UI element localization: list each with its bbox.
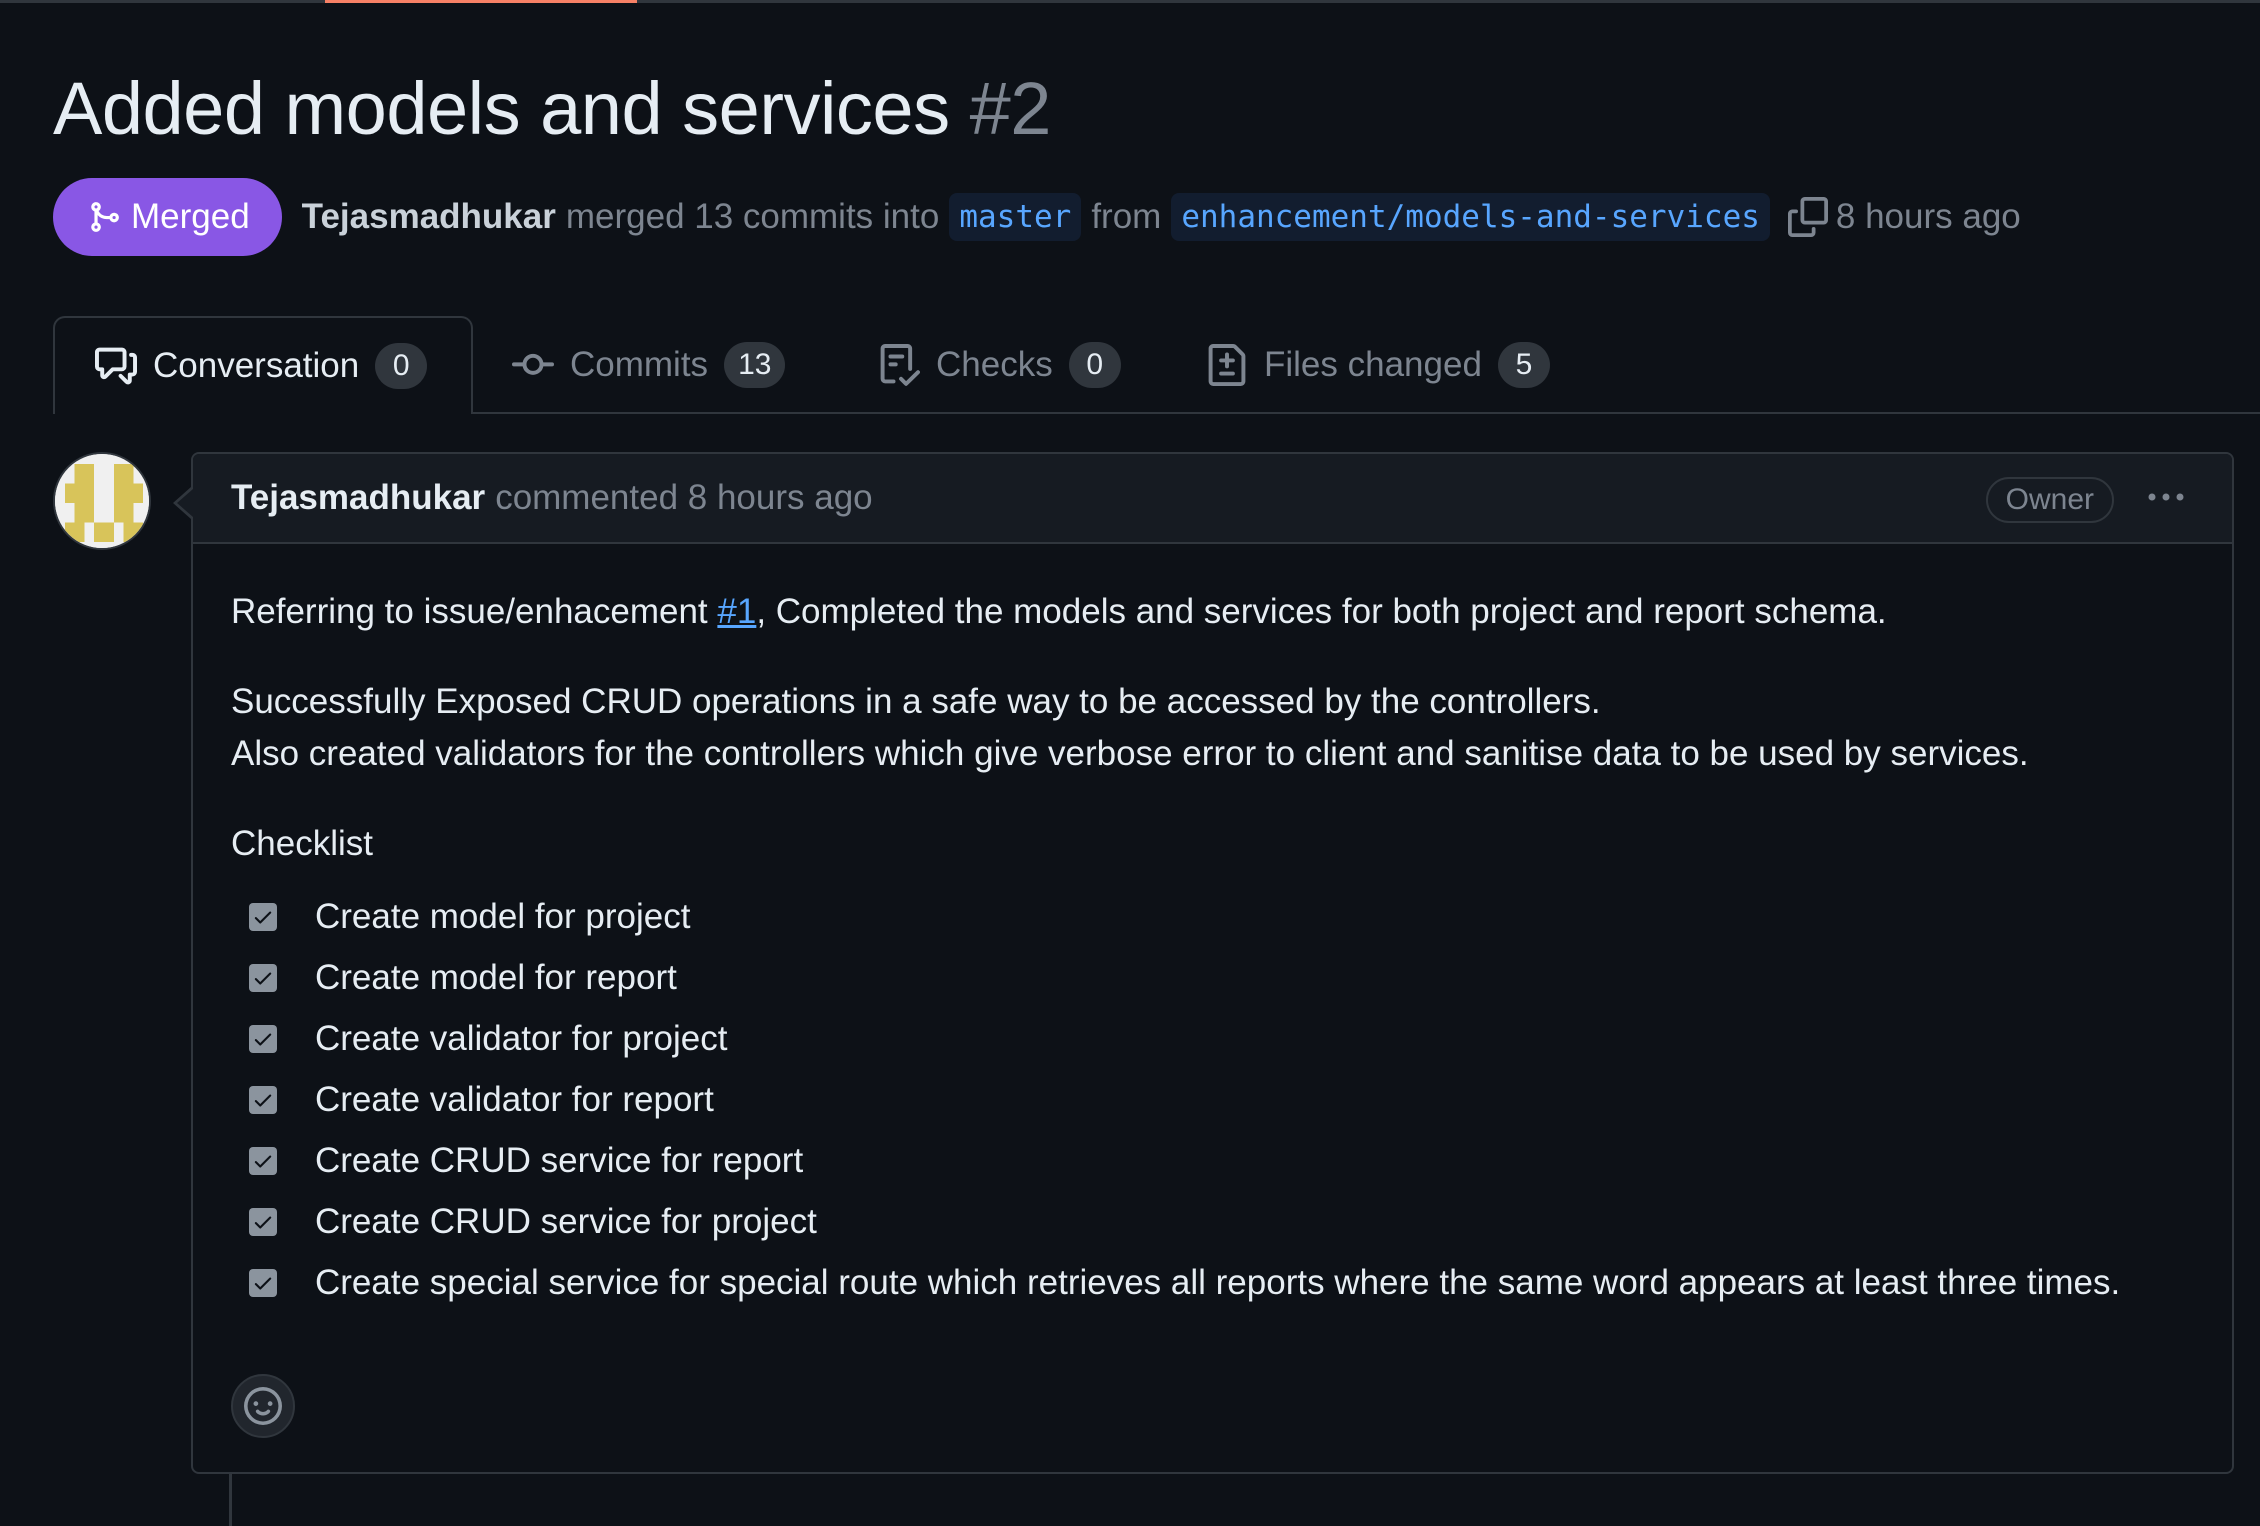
avatar[interactable] <box>53 452 151 550</box>
kebab-menu-icon[interactable] <box>2144 482 2188 512</box>
timeline-connector <box>229 1474 232 1526</box>
task-label: Create model for project <box>315 896 691 936</box>
merge-time: 8 hours ago <box>1835 197 2021 236</box>
check-icon <box>254 1216 272 1229</box>
comment-author-link[interactable]: Tejasmadhukar <box>231 478 485 518</box>
task-list-item: Create validator for report <box>231 1069 2194 1130</box>
task-label: Create model for report <box>315 957 677 997</box>
task-list-item: Create CRUD service for project <box>231 1191 2194 1252</box>
merge-author-link[interactable]: Tejasmadhukar <box>302 197 556 237</box>
task-checkbox[interactable] <box>249 963 277 992</box>
task-list-item: Create CRUD service for report <box>231 1130 2194 1191</box>
pr-meta: Merged Tejasmadhukar merged 13 commits i… <box>53 178 2021 256</box>
copy-icon[interactable] <box>1787 197 1828 237</box>
pr-number: #2 <box>969 67 1052 150</box>
check-icon <box>254 911 272 924</box>
git-commit-icon <box>512 353 554 375</box>
tab-files-changed-counter: 5 <box>1497 342 1550 388</box>
para1-text: Referring to issue/enhacement <box>231 592 718 631</box>
from-text: from <box>1091 197 1162 236</box>
task-list-item: Create special service for special route… <box>231 1252 2194 1313</box>
comment-header: Tejasmadhukar commented 8 hours ago Owne… <box>193 454 2232 544</box>
active-nav-underline <box>325 0 637 3</box>
tab-commits-counter: 13 <box>724 342 786 388</box>
para2-line1: Successfully Exposed CRUD operations in … <box>231 682 1601 721</box>
tab-commits-label: Commits <box>570 345 709 384</box>
para1-after-text: , Completed the models and services for … <box>756 592 1887 631</box>
head-branch-link[interactable]: enhancement/models-and-services <box>1171 193 1770 241</box>
task-label: Create validator for project <box>315 1018 728 1058</box>
check-icon <box>254 1094 272 1107</box>
comment-body: Referring to issue/enhacement #1, Comple… <box>193 544 2232 1313</box>
task-list-item: Create validator for project <box>231 1008 2194 1069</box>
task-checkbox[interactable] <box>249 1146 277 1175</box>
identicon-icon <box>55 454 149 548</box>
task-checkbox[interactable] <box>249 1085 277 1114</box>
task-list-item: Create model for report <box>231 947 2194 1008</box>
task-checkbox[interactable] <box>249 1024 277 1053</box>
file-diff-icon <box>1208 344 1246 386</box>
checklist-icon <box>880 344 920 386</box>
check-icon <box>254 972 272 985</box>
task-label: Create special service for special route… <box>315 1262 2121 1302</box>
merge-summary-text: merged 13 commits into <box>565 197 940 236</box>
tab-files-changed[interactable]: Files changed 5 <box>1206 316 1550 414</box>
task-checkbox[interactable] <box>249 1207 277 1236</box>
pull-request-page: Added models and services #2 Merged Teja… <box>0 0 2260 1526</box>
tab-conversation-counter: 0 <box>375 343 428 389</box>
owner-badge: Owner <box>1985 477 2114 523</box>
comment-paragraph-2: Successfully Exposed CRUD operations in … <box>231 676 2194 780</box>
task-label: Create validator for report <box>315 1079 714 1119</box>
smiley-icon <box>244 1387 282 1425</box>
comment-card: Tejasmadhukar commented 8 hours ago Owne… <box>191 452 2234 1474</box>
tab-checks-label: Checks <box>936 345 1053 384</box>
checklist-heading: Checklist <box>231 824 373 863</box>
base-branch-link[interactable]: master <box>949 193 1082 241</box>
merge-summary: Tejasmadhukar merged 13 commits into mas… <box>302 193 2021 241</box>
check-icon <box>254 1277 272 1290</box>
task-label: Create CRUD service for project <box>315 1201 817 1241</box>
task-checkbox[interactable] <box>249 902 277 931</box>
task-list-item: Create model for project <box>231 886 2194 947</box>
check-icon <box>254 1033 272 1046</box>
git-merge-icon <box>91 202 119 232</box>
comment-pointer-inner <box>177 489 193 517</box>
task-label: Create CRUD service for report <box>315 1140 804 1180</box>
tab-conversation[interactable]: Conversation 0 <box>53 316 473 414</box>
merged-state-label: Merged <box>131 197 250 236</box>
tab-checks[interactable]: Checks 0 <box>878 316 1121 414</box>
comment-timestamp[interactable]: commented 8 hours ago <box>495 478 872 518</box>
comment-discussion-icon <box>95 347 137 385</box>
task-checkbox[interactable] <box>249 1268 277 1297</box>
comment-paragraph-1: Referring to issue/enhacement #1, Comple… <box>231 586 2194 638</box>
merged-state-badge: Merged <box>53 178 282 256</box>
page-title: Added models and services #2 <box>53 66 1051 151</box>
issue-link[interactable]: #1 <box>717 592 756 631</box>
tab-files-changed-label: Files changed <box>1264 345 1482 384</box>
tab-checks-counter: 0 <box>1068 342 1121 388</box>
check-icon <box>254 1155 272 1168</box>
tab-conversation-label: Conversation <box>153 346 360 385</box>
tab-commits[interactable]: Commits 13 <box>512 316 786 414</box>
add-reaction-button[interactable] <box>231 1374 295 1438</box>
para2-line2: Also created validators for the controll… <box>231 734 2029 773</box>
pr-title: Added models and services <box>53 67 950 150</box>
task-list: Create model for project Create model fo… <box>231 886 2194 1313</box>
